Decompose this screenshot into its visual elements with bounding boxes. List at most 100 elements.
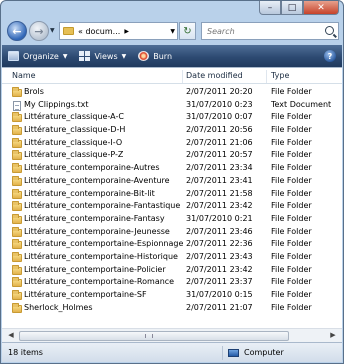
- file-date-modified: 2/07/2011 20:20: [186, 87, 253, 96]
- search-placeholder: Search: [207, 26, 235, 36]
- folder-icon: [12, 125, 22, 136]
- file-date-modified: 31/07/2010 0:21: [186, 213, 253, 223]
- list-item[interactable]: Littérature_contemporaine-Jeunesse 2/07/2…: [2, 226, 342, 239]
- list-item[interactable]: Littérature_contemportaine-Policier 2/07/…: [2, 264, 342, 277]
- file-name: Littérature_contemportaine-Historique: [24, 251, 178, 261]
- back-arrow-icon: ←: [12, 24, 22, 38]
- file-name: Littérature_classique-I-O: [24, 137, 123, 147]
- address-bar[interactable]: « docum... ▶ ▼: [59, 22, 178, 40]
- file-date-modified: 2/07/2011 22:36: [186, 239, 253, 249]
- file-name: Littérature_contemportaine-SF: [24, 290, 147, 299]
- list-item[interactable]: Littérature_contemporaine-Aventure 2/07/2…: [2, 175, 342, 188]
- file-date-modified: 2/07/2011 23:46: [186, 226, 253, 236]
- scroll-left-icon[interactable]: ◀: [6, 331, 16, 341]
- file-name: Littérature_contemportaine-Espionnage: [24, 239, 184, 249]
- file-type: File Folder: [271, 201, 312, 211]
- organize-label: Organize: [23, 51, 59, 61]
- forward-arrow-icon: →: [34, 24, 44, 38]
- minimize-button[interactable]: –: [259, 1, 281, 15]
- views-button[interactable]: Views ▼: [73, 45, 132, 67]
- list-item[interactable]: My Clippings.txt 31/07/2010 0:23 Text Docu…: [2, 99, 342, 112]
- file-type: File Folder: [271, 87, 312, 96]
- list-item[interactable]: Littérature_contemportaine-Romance 2/07/2…: [2, 276, 342, 289]
- file-date-modified: 2/07/2011 23:43: [186, 251, 253, 261]
- file-date-modified: 2/07/2011 20:56: [186, 125, 253, 135]
- search-input[interactable]: Search: [201, 22, 339, 40]
- scroll-right-icon[interactable]: ▶: [328, 331, 338, 341]
- burn-button[interactable]: Burn: [132, 45, 178, 67]
- folder-icon: [12, 213, 22, 224]
- list-item[interactable]: Littérature_contemporaine-Bit-lit 2/07/20…: [2, 188, 342, 201]
- command-bar: Organize ▼ Views ▼ Burn ?: [2, 45, 342, 67]
- file-type: File Folder: [271, 302, 312, 312]
- grip-icon: [145, 334, 153, 338]
- document-icon: [13, 100, 21, 111]
- list-item[interactable]: Littérature_classique-I-O 2/07/2011 21:06…: [2, 137, 342, 150]
- refresh-button[interactable]: ↻: [179, 22, 196, 40]
- help-icon[interactable]: ?: [324, 50, 336, 62]
- file-date-modified: 2/07/2011 20:57: [186, 150, 253, 160]
- maximize-button[interactable]: □: [281, 1, 303, 15]
- file-rows: Brols 2/07/2011 20:20 File Folder My Clippi…: [2, 86, 342, 314]
- file-type: File Folder: [271, 112, 312, 122]
- disc-icon: [138, 51, 150, 61]
- file-name: Littérature_contemporaine-Autres: [24, 163, 160, 173]
- file-name: Sherlock_Holmes: [24, 302, 93, 312]
- list-item[interactable]: Littérature_classique-D-H 2/07/2011 20:56…: [2, 124, 342, 137]
- file-type: File Folder: [271, 277, 312, 287]
- list-item[interactable]: Littérature_classique-P-Z 2/07/2011 20:57…: [2, 149, 342, 162]
- column-header-date[interactable]: Date modified: [186, 71, 243, 80]
- organize-icon: [8, 51, 19, 61]
- list-item[interactable]: Littérature_contemportaine-Historique 2/0…: [2, 251, 342, 264]
- file-type: File Folder: [271, 175, 312, 185]
- column-divider[interactable]: [182, 70, 183, 83]
- back-button[interactable]: ←: [7, 21, 27, 41]
- explorer-window: – □ ✕ ← → ▼ « docum... ▶ ▼ ↻ Search Orga…: [0, 0, 344, 364]
- folder-icon: [12, 226, 22, 237]
- list-item[interactable]: Littérature_contemportaine-Espionnage 2/0…: [2, 238, 342, 251]
- file-date-modified: 2/07/2011 21:07: [186, 302, 253, 312]
- file-type: Text Document: [271, 99, 332, 109]
- file-date-modified: 2/07/2011 23:41: [186, 175, 253, 185]
- folder-icon: [63, 27, 74, 35]
- folder-icon: [12, 150, 22, 161]
- folder-icon: [12, 264, 22, 275]
- folder-icon: [12, 302, 22, 313]
- scrollbar-thumb[interactable]: [19, 331, 289, 341]
- file-list: Name Date modified Type Brols 2/07/2011 2…: [2, 67, 342, 342]
- list-item[interactable]: Littérature_contemportaine-SF 31/07/2010 …: [2, 289, 342, 302]
- organize-button[interactable]: Organize ▼: [2, 45, 73, 67]
- list-item[interactable]: Littérature_contemporaine-Fantasy 31/07/2…: [2, 213, 342, 226]
- file-date-modified: 31/07/2010 0:07: [186, 112, 253, 122]
- list-item[interactable]: Littérature_classique-A-C 31/07/2010 0:07…: [2, 111, 342, 124]
- search-icon[interactable]: [325, 26, 334, 35]
- burn-label: Burn: [153, 51, 173, 61]
- address-dropdown-icon[interactable]: ▼: [170, 28, 175, 35]
- column-header-name[interactable]: Name: [12, 71, 36, 80]
- folder-icon: [12, 188, 22, 199]
- list-item[interactable]: Sherlock_Holmes 2/07/2011 21:07 File Folde…: [2, 302, 342, 315]
- list-item[interactable]: Littérature_contemporaine-Autres 2/07/201…: [2, 162, 342, 175]
- folder-icon: [12, 239, 22, 250]
- folder-icon: [12, 175, 22, 186]
- file-name: Brols: [24, 87, 44, 96]
- file-type: File Folder: [271, 163, 312, 173]
- file-name: My Clippings.txt: [24, 99, 89, 109]
- recent-pages-dropdown-icon[interactable]: ▼: [50, 27, 56, 34]
- column-divider[interactable]: [266, 70, 267, 83]
- close-button[interactable]: ✕: [303, 1, 339, 15]
- folder-icon: [12, 251, 22, 262]
- forward-button[interactable]: →: [29, 21, 49, 41]
- chevron-down-icon: ▼: [121, 52, 127, 60]
- list-item[interactable]: Littérature_contemporaine-Fantastique 2/0…: [2, 200, 342, 213]
- file-date-modified: 31/07/2010 0:23: [186, 99, 253, 109]
- address-path[interactable]: « docum...: [78, 27, 120, 36]
- file-date-modified: 2/07/2011 23:42: [186, 264, 253, 274]
- chevron-right-icon[interactable]: ▶: [124, 28, 129, 35]
- file-date-modified: 2/07/2011 21:06: [186, 137, 253, 147]
- list-item[interactable]: Brols 2/07/2011 20:20 File Folder: [2, 86, 342, 99]
- address-row: ← → ▼ « docum... ▶ ▼ ↻ Search: [5, 20, 339, 42]
- column-header-type[interactable]: Type: [271, 71, 289, 80]
- folder-icon: [12, 137, 22, 148]
- horizontal-scrollbar[interactable]: ◀ ▶: [2, 328, 342, 342]
